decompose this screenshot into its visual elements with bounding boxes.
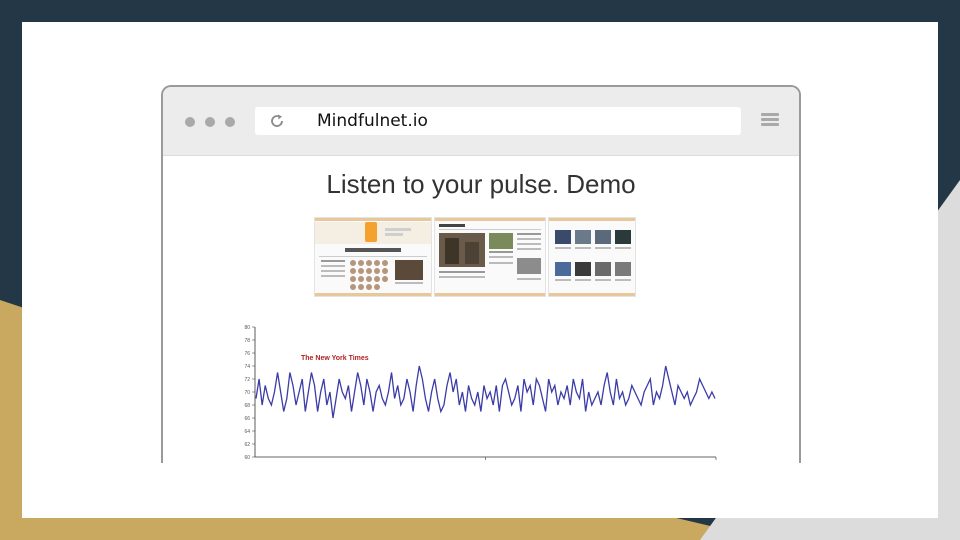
y-tick-label: 62 [244, 442, 250, 448]
reload-icon[interactable] [269, 113, 285, 129]
y-tick-label: 74 [244, 364, 250, 370]
y-tick-label: 76 [244, 351, 250, 357]
url-text[interactable]: Mindfulnet.io [317, 111, 428, 131]
y-tick-label: 68 [244, 403, 250, 409]
browser-toolbar: Mindfulnet.io [163, 87, 799, 156]
y-tick-label: 78 [244, 338, 250, 344]
nyt-homepage-thumbnail[interactable] [314, 217, 432, 297]
hamburger-menu-icon[interactable] [761, 113, 779, 127]
address-bar[interactable]: Mindfulnet.io [255, 107, 741, 135]
y-tick-label: 70 [244, 390, 250, 396]
y-tick-label: 64 [244, 429, 250, 435]
y-tick-label: 80 [244, 325, 250, 331]
window-dot-icon[interactable] [205, 117, 215, 127]
window-dot-icon[interactable] [225, 117, 235, 127]
page-title: Listen to your pulse. Demo [326, 169, 636, 199]
pulse-chart: 80 78 76 74 72 70 68 66 64 62 60 The New York Time… [223, 317, 723, 463]
y-tick-label: 60 [244, 455, 250, 461]
news-homepage-thumbnail[interactable] [434, 217, 546, 297]
window-dot-icon[interactable] [185, 117, 195, 127]
y-tick-label: 72 [244, 377, 250, 383]
news-homepage-graphic [435, 218, 545, 296]
image-grid-graphic [549, 218, 635, 296]
chart-title: The New York Times [301, 355, 369, 362]
pulse-chart-svg: 80 78 76 74 72 70 68 66 64 62 60 The New York Time… [244, 325, 717, 461]
pulse-series-line [255, 365, 716, 419]
nyt-homepage-graphic [315, 218, 431, 296]
y-tick-label: 66 [244, 416, 250, 422]
browser-window: Mindfulnet.io Listen to your pulse. Demo [161, 85, 801, 463]
y-tick-labels: 80 78 76 74 72 70 68 66 64 62 60 [244, 325, 255, 461]
image-grid-thumbnail[interactable] [548, 217, 636, 297]
